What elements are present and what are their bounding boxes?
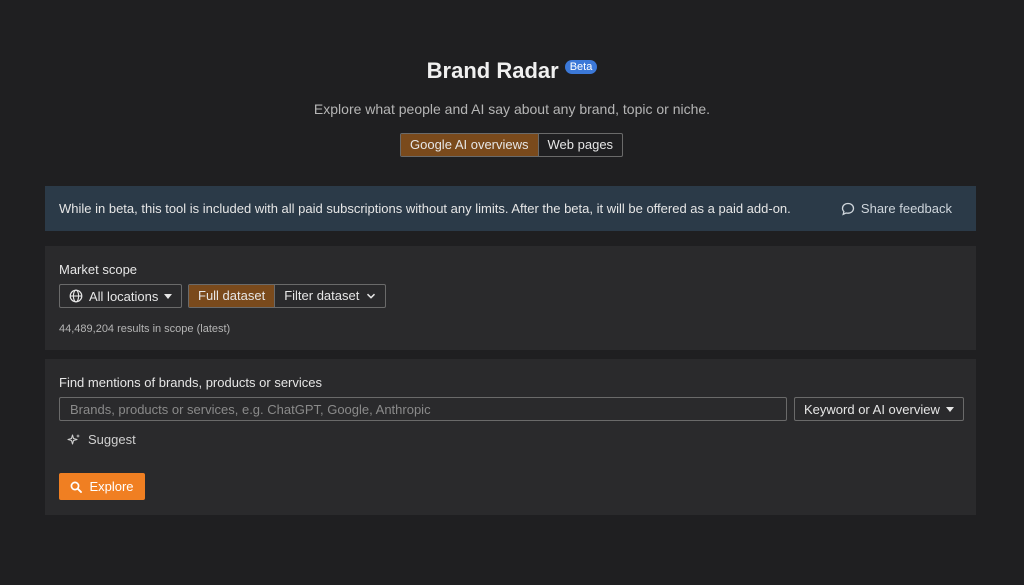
dataset-segmented-control: Full dataset Filter dataset	[188, 284, 387, 308]
brand-search-input[interactable]	[59, 397, 787, 421]
results-count: 44,489,204 results in scope (latest)	[59, 323, 231, 335]
speech-bubble-icon	[841, 202, 855, 215]
chevron-down-icon	[367, 293, 376, 299]
suggest-button[interactable]: Suggest	[67, 432, 136, 447]
tab-web-pages[interactable]: Web pages	[539, 134, 623, 156]
source-tabs: Google AI overviews Web pages	[400, 133, 624, 157]
find-mentions-label: Find mentions of brands, products or ser…	[59, 375, 323, 390]
location-label: All locations	[89, 288, 159, 304]
share-feedback-label: Share feedback	[860, 201, 952, 216]
find-mentions-panel: Find mentions of brands, products or ser…	[45, 359, 976, 515]
explore-label: Explore	[89, 479, 134, 494]
suggest-label: Suggest	[88, 432, 136, 447]
search-icon	[71, 481, 83, 493]
globe-icon	[69, 289, 83, 303]
tab-google-ai-overviews[interactable]: Google AI overviews	[401, 134, 539, 156]
filter-dataset-label: Filter dataset	[284, 288, 360, 303]
caret-down-icon	[164, 293, 173, 299]
location-select[interactable]: All locations	[59, 284, 183, 308]
search-mode-label: Keyword or AI overview	[804, 401, 940, 417]
beta-notice: While in beta, this tool is included wit…	[45, 186, 976, 231]
page-subtitle: Explore what people and AI say about any…	[313, 101, 711, 117]
caret-down-icon	[945, 406, 954, 412]
market-scope-label: Market scope	[59, 262, 138, 277]
notice-text: While in beta, this tool is included wit…	[59, 201, 791, 216]
sparkle-icon	[67, 433, 80, 445]
share-feedback-button[interactable]: Share feedback	[841, 201, 952, 216]
market-scope-panel: Market scope All locations Full dataset …	[45, 246, 976, 350]
filter-dataset-option[interactable]: Filter dataset	[275, 285, 385, 307]
full-dataset-option[interactable]: Full dataset	[189, 285, 276, 307]
page-title: Brand Radar	[426, 58, 559, 83]
beta-badge: Beta	[564, 60, 598, 74]
explore-button[interactable]: Explore	[59, 473, 145, 500]
search-mode-select[interactable]: Keyword or AI overview	[794, 397, 964, 421]
page-header: Brand Radar Beta	[0, 58, 1024, 84]
